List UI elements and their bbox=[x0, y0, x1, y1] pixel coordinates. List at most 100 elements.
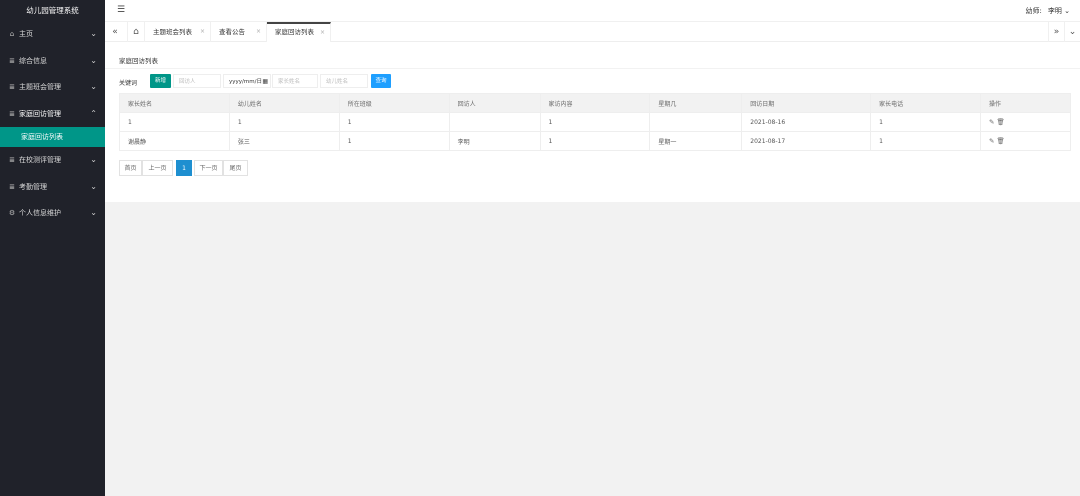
table-cell: 谢晨静 bbox=[119, 131, 230, 151]
scroll-right-icon[interactable]: » bbox=[1048, 22, 1064, 42]
date-input[interactable]: yyyy/mm/日 ▦ bbox=[223, 74, 271, 88]
keyword-label: 关键词 bbox=[119, 80, 138, 87]
app-logo-title: 幼儿园管理系统 bbox=[26, 6, 79, 15]
table-cell: 1 bbox=[870, 131, 982, 151]
sidebar-item-label: 综合信息 bbox=[19, 56, 47, 65]
sidebar-item-label: 家庭回访管理 bbox=[19, 109, 61, 118]
row-actions: ✎🗑 bbox=[980, 112, 1071, 132]
sidebar-item-label: 考勤管理 bbox=[19, 182, 47, 191]
home-visit-table: 家长姓名 幼儿姓名 所在班级 回访人 家访内容 星期几 回访日期 家长电话 操作… bbox=[119, 93, 1071, 151]
next-page-button[interactable]: 下一页 bbox=[194, 160, 223, 176]
gear-icon: ⚙ bbox=[8, 209, 16, 217]
chevron-down-icon: ⌄ bbox=[90, 181, 97, 191]
home-icon: ⌂ bbox=[9, 30, 15, 38]
table-row: 谢晨静 张三 1 李明 1 星期一 2021-08-17 1 ✎🗑 bbox=[119, 131, 1071, 151]
table-cell: 李明 bbox=[449, 131, 541, 151]
tab-class-meeting-list[interactable]: 主题班会列表 × bbox=[145, 22, 211, 42]
column-header[interactable]: 幼儿姓名 bbox=[229, 93, 340, 113]
row-actions: ✎🗑 bbox=[980, 131, 1071, 151]
column-header[interactable]: 星期几 bbox=[649, 93, 743, 113]
divider bbox=[105, 68, 1080, 69]
delete-icon[interactable]: 🗑 bbox=[996, 137, 1006, 145]
chevron-down-icon[interactable]: ⌄ bbox=[1064, 22, 1080, 42]
column-header[interactable]: 回访日期 bbox=[741, 93, 872, 113]
sidebar-item-home-visit[interactable]: ≣ 家庭回访管理 ⌃ bbox=[0, 101, 105, 128]
child-name-input[interactable]: 幼儿姓名 bbox=[320, 74, 368, 88]
sidebar-item-home[interactable]: ⌂ 主页 ⌄ bbox=[0, 21, 105, 48]
home-tab-icon[interactable]: ⌂ bbox=[127, 22, 145, 42]
first-page-button[interactable]: 首页 bbox=[119, 160, 142, 176]
column-header[interactable]: 家长电话 bbox=[870, 93, 982, 113]
column-header[interactable]: 回访人 bbox=[449, 93, 541, 113]
add-button[interactable]: 新增 bbox=[150, 74, 171, 88]
table-cell: 1 bbox=[540, 131, 651, 151]
chevron-down-icon: ⌄ bbox=[90, 208, 97, 217]
chevron-down-icon: ⌄ bbox=[1064, 7, 1070, 15]
sidebar-item-label: 主页 bbox=[19, 30, 33, 38]
table-cell: 1 bbox=[870, 112, 982, 132]
table-row: 1 1 1 1 2021-08-16 1 ✎🗑 bbox=[119, 112, 1071, 132]
chevron-up-icon: ⌃ bbox=[90, 108, 97, 118]
chevron-down-icon: ⌄ bbox=[90, 55, 97, 65]
date-value: yyyy/mm/日 bbox=[229, 79, 262, 85]
table-cell bbox=[649, 112, 743, 132]
page-title: 家庭回访列表 bbox=[119, 57, 158, 65]
sidebar-item-label: 个人信息维护 bbox=[19, 209, 61, 217]
table-cell: 2021-08-17 bbox=[741, 131, 872, 151]
table-cell bbox=[449, 112, 541, 132]
page-number-button[interactable]: 1 bbox=[176, 160, 192, 176]
chevron-down-icon: ⌄ bbox=[90, 155, 97, 164]
chevron-down-icon: ⌄ bbox=[90, 29, 97, 38]
list-icon: ≣ bbox=[9, 56, 15, 65]
prev-page-button[interactable]: 上一页 bbox=[142, 160, 173, 176]
user-role: 幼师: bbox=[1025, 7, 1042, 15]
user-menu[interactable]: 幼师: 李明 ⌄ bbox=[1026, 6, 1070, 16]
sidebar-item-label: 主题班会管理 bbox=[19, 83, 61, 91]
table-cell: 1 bbox=[119, 112, 230, 132]
list-icon: ≣ bbox=[9, 182, 15, 191]
sidebar-item-label: 在校测评管理 bbox=[19, 156, 61, 164]
table-cell: 星期一 bbox=[649, 131, 743, 151]
sidebar-item-general-info[interactable]: ≣ 综合信息 ⌄ bbox=[0, 48, 105, 75]
main-panel: 家庭回访列表 关键词 新增 回访人 yyyy/mm/日 ▦ 家长姓名 幼儿姓名 … bbox=[105, 42, 1080, 202]
tab-label: 主题班会列表 bbox=[153, 28, 192, 36]
search-button[interactable]: 查询 bbox=[371, 74, 391, 88]
tab-label: 查看公告 bbox=[219, 28, 245, 36]
last-page-button[interactable]: 尾页 bbox=[223, 160, 248, 176]
table-cell: 1 bbox=[339, 131, 450, 151]
sidebar-item-attendance[interactable]: ≣ 考勤管理 ⌄ bbox=[0, 174, 105, 201]
table-cell: 2021-08-16 bbox=[741, 112, 872, 132]
column-header[interactable]: 家访内容 bbox=[540, 93, 651, 113]
table-cell: 1 bbox=[229, 112, 340, 132]
sidebar-item-profile[interactable]: ⚙ 个人信息维护 ⌄ bbox=[0, 200, 105, 227]
list-icon: ≣ bbox=[9, 83, 15, 91]
close-icon[interactable]: × bbox=[200, 22, 205, 42]
list-icon: ≣ bbox=[9, 109, 15, 118]
column-header[interactable]: 家长姓名 bbox=[119, 93, 230, 113]
sidebar: 幼儿园管理系统 ⌂ 主页 ⌄ ≣ 综合信息 ⌄ ≣ 主题班会管理 ⌄ ≣ 家庭回访管理 … bbox=[0, 0, 105, 496]
close-icon[interactable]: × bbox=[256, 22, 261, 42]
table-cell: 1 bbox=[339, 112, 450, 132]
chevron-down-icon: ⌄ bbox=[90, 82, 97, 91]
column-header[interactable]: 操作 bbox=[980, 93, 1071, 113]
menu-toggle-icon[interactable]: ☰ bbox=[117, 5, 125, 15]
tab-view-notice[interactable]: 查看公告 × bbox=[211, 22, 267, 42]
tab-bar: « ⌂ 主题班会列表 × 查看公告 × 家庭回访列表 × » ⌄ bbox=[105, 22, 1080, 42]
scroll-left-icon[interactable]: « bbox=[107, 22, 123, 42]
calendar-icon[interactable]: ▦ bbox=[262, 75, 268, 89]
tab-home-visit-list[interactable]: 家庭回访列表 × bbox=[267, 22, 331, 42]
table-cell: 1 bbox=[540, 112, 651, 132]
delete-icon[interactable]: 🗑 bbox=[996, 118, 1006, 126]
sidebar-item-class-meeting[interactable]: ≣ 主题班会管理 ⌄ bbox=[0, 74, 105, 101]
sidebar-subitem-home-visit-list[interactable]: 家庭回访列表 bbox=[0, 127, 105, 147]
table-header-row: 家长姓名 幼儿姓名 所在班级 回访人 家访内容 星期几 回访日期 家长电话 操作 bbox=[119, 93, 1071, 113]
visitor-input[interactable]: 回访人 bbox=[173, 74, 221, 88]
close-icon[interactable]: × bbox=[320, 24, 325, 41]
user-name: 李明 bbox=[1047, 7, 1062, 15]
sidebar-item-evaluation[interactable]: ≣ 在校测评管理 ⌄ bbox=[0, 147, 105, 174]
column-header[interactable]: 所在班级 bbox=[339, 93, 450, 113]
top-header: ☰ 幼师: 李明 ⌄ bbox=[105, 0, 1080, 22]
list-icon: ≣ bbox=[9, 156, 15, 164]
parent-name-input[interactable]: 家长姓名 bbox=[272, 74, 318, 88]
tab-label: 家庭回访列表 bbox=[275, 28, 314, 36]
